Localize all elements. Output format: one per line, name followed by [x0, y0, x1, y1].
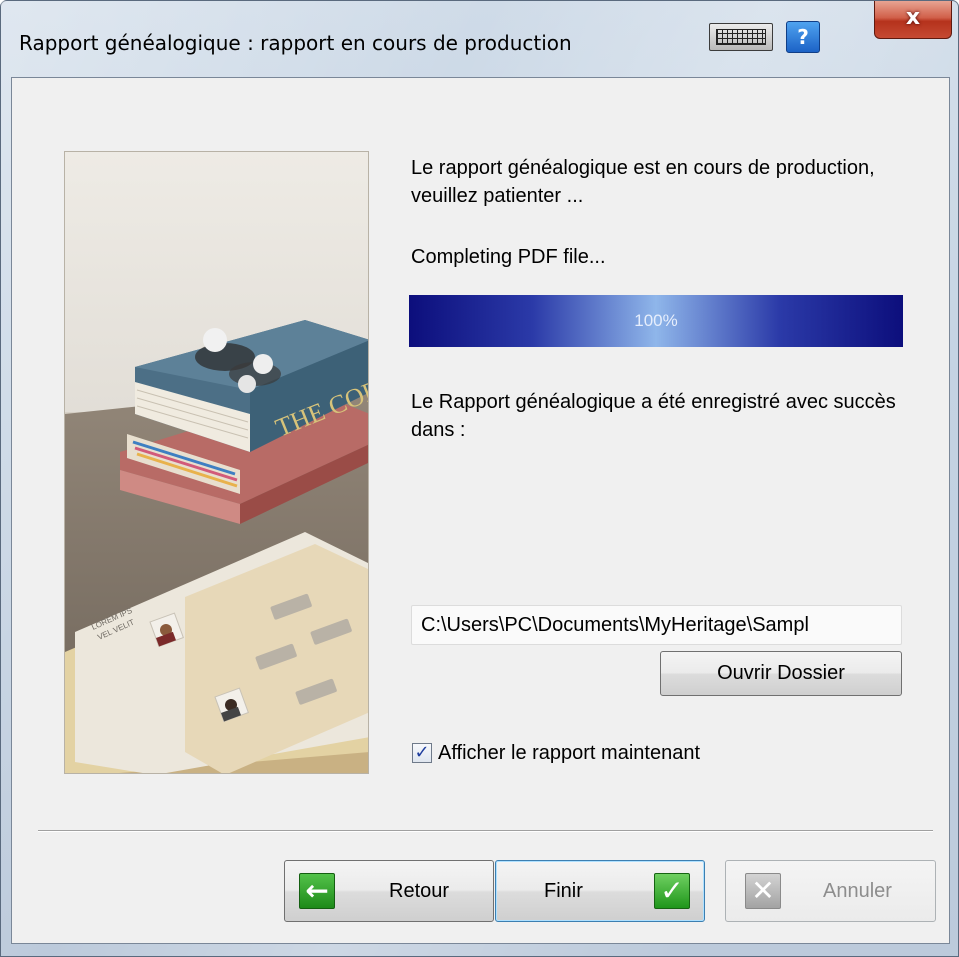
- window-title: Rapport généalogique : rapport en cours …: [19, 31, 572, 55]
- checkmark-icon: ✓: [654, 873, 690, 909]
- file-path-field[interactable]: C:\Users\PC\Documents\MyHeritage\Sampl: [411, 605, 902, 645]
- finish-button[interactable]: Finir ✓: [495, 860, 705, 922]
- report-illustration: THE COPP LOREM IPS VEL VELIT: [64, 151, 369, 774]
- keyboard-icon[interactable]: [709, 23, 773, 51]
- show-report-label[interactable]: Afficher le rapport maintenant: [438, 742, 700, 765]
- dialog-body: THE COPP LOREM IPS VEL VELIT Le rapport …: [11, 77, 950, 944]
- back-arrow-icon: ←: [299, 873, 335, 909]
- open-folder-button[interactable]: Ouvrir Dossier: [660, 651, 902, 696]
- dialog-window: Rapport généalogique : rapport en cours …: [0, 0, 959, 957]
- production-message: Le rapport généalogique est en cours de …: [411, 157, 875, 207]
- back-button[interactable]: ← Retour: [284, 860, 494, 922]
- progress-label: 100%: [634, 311, 678, 330]
- footer-separator: [38, 830, 933, 832]
- progress-bar: 100%: [409, 295, 903, 347]
- cancel-x-icon: ✕: [745, 873, 781, 909]
- saved-message: Le Rapport généalogique a été enregistré…: [411, 391, 896, 441]
- show-report-checkbox[interactable]: ✓: [412, 743, 432, 763]
- cancel-button-label: Annuler: [823, 880, 892, 902]
- help-button[interactable]: ?: [786, 21, 820, 53]
- cancel-button[interactable]: ✕ Annuler: [725, 860, 936, 922]
- close-button[interactable]: x: [874, 1, 952, 39]
- status-text: Completing PDF file...: [411, 246, 606, 268]
- books-and-report-pages-image: THE COPP LOREM IPS VEL VELIT: [65, 152, 368, 773]
- finish-button-label: Finir: [544, 880, 583, 902]
- back-button-label: Retour: [389, 880, 450, 902]
- show-report-option[interactable]: ✓ Afficher le rapport maintenant: [412, 740, 700, 766]
